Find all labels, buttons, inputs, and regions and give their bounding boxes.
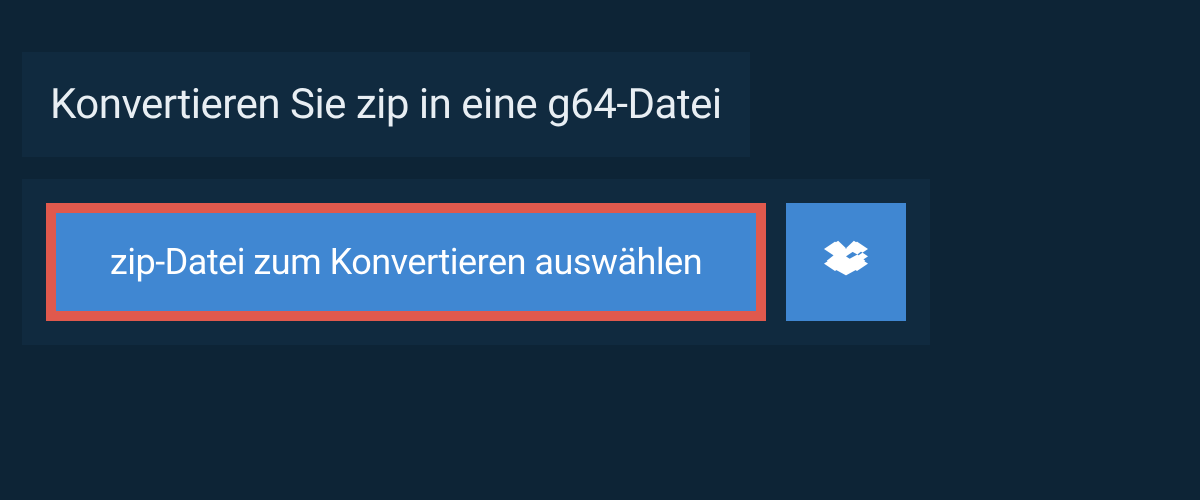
select-file-label: zip-Datei zum Konvertieren auswählen — [110, 241, 702, 283]
select-file-button[interactable]: zip-Datei zum Konvertieren auswählen — [46, 203, 766, 321]
dropbox-button[interactable] — [786, 203, 906, 321]
dropbox-icon — [824, 238, 868, 286]
page-title-bar: Konvertieren Sie zip in eine g64-Datei — [22, 52, 750, 157]
action-panel: zip-Datei zum Konvertieren auswählen — [22, 179, 930, 345]
page-title: Konvertieren Sie zip in eine g64-Datei — [50, 80, 722, 129]
